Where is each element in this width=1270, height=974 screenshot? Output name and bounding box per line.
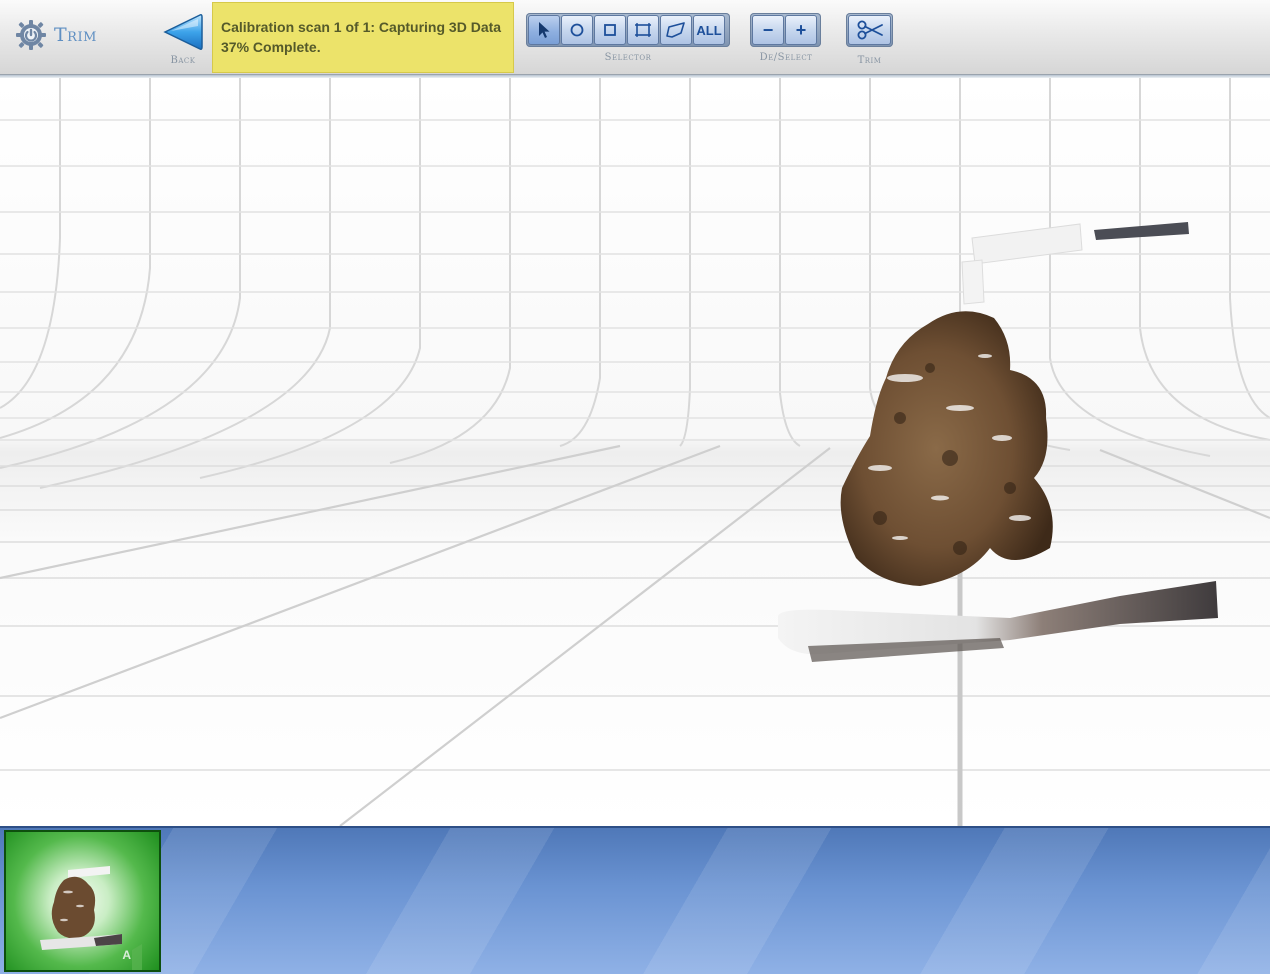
select-all-button[interactable]: ALL [693, 15, 725, 45]
circle-select-button[interactable] [561, 15, 593, 45]
select-all-label: ALL [696, 22, 722, 38]
app-title: Trim [54, 24, 97, 46]
square-select-button[interactable] [594, 15, 626, 45]
scissors-icon [857, 20, 883, 40]
deselect-label: De/Select [759, 52, 813, 63]
selector-label: Selector [604, 52, 652, 63]
trim-group [846, 13, 893, 47]
scan-thumbnail-image [40, 866, 142, 970]
back-arrow-icon [163, 14, 203, 50]
back-button[interactable] [162, 12, 204, 52]
rectangle-select-button[interactable] [627, 15, 659, 45]
pointer-select-button[interactable] [528, 15, 560, 45]
polygon-select-icon [666, 22, 685, 38]
status-message: Calibration scan 1 of 1: Capturing 3D Da… [221, 19, 502, 35]
3d-viewport[interactable] [0, 78, 1270, 826]
toolbar: Trim Back Calibration scan 1 of 1: Captu… [0, 0, 1270, 78]
select-plus-button[interactable]: + [785, 15, 817, 45]
trim-button[interactable] [848, 15, 891, 45]
back-label: Back [170, 55, 196, 66]
deselect-group: − + [750, 13, 821, 47]
deselect-minus-button[interactable]: − [752, 15, 784, 45]
square-select-icon [604, 24, 616, 36]
status-panel: Calibration scan 1 of 1: Capturing 3D Da… [212, 2, 514, 73]
polygon-select-button[interactable] [660, 15, 692, 45]
scan-thumbnail-strip: A [0, 826, 1270, 974]
app-logo: Trim [14, 18, 97, 52]
scan-scene [0, 78, 1270, 826]
scan-thumbnail[interactable]: A [4, 830, 161, 972]
status-progress: 37% Complete. [221, 39, 321, 55]
selector-group: ALL [526, 13, 730, 47]
minus-icon: − [762, 19, 774, 40]
gear-icon [16, 20, 46, 50]
pointer-icon [539, 22, 550, 38]
trim-label: Trim [857, 55, 882, 66]
rectangle-select-icon [635, 23, 651, 37]
plus-icon: + [795, 19, 807, 40]
thumbnail-letter: A [122, 948, 131, 962]
circle-select-icon [570, 23, 584, 37]
backdrop [0, 78, 1270, 826]
